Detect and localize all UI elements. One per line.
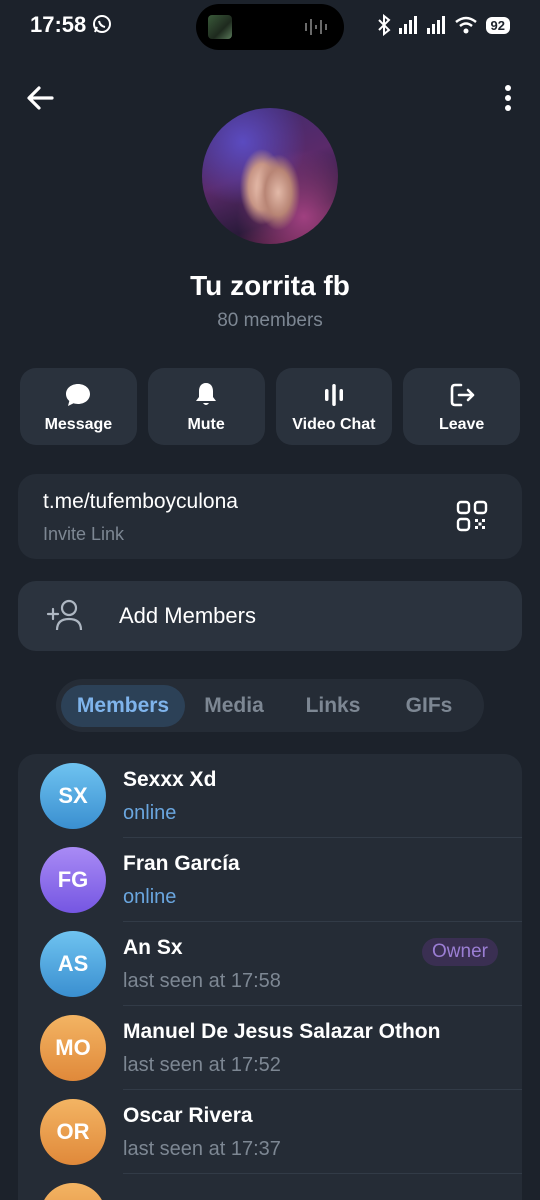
back-arrow-icon[interactable] — [22, 80, 58, 116]
avatar: OR — [40, 1099, 106, 1165]
members-list: SX Sexxx Xd online FG Fran García online… — [18, 754, 522, 1200]
audio-wave-icon — [305, 19, 327, 35]
battery-indicator: 92 — [485, 16, 510, 34]
status-bar: 17:58 92 — [0, 0, 540, 54]
member-name: Fran García — [123, 852, 240, 875]
signal-icon-2 — [426, 16, 445, 34]
add-members-label: Add Members — [119, 603, 256, 628]
invite-link-card[interactable]: t.me/tufemboyculona Invite Link — [18, 474, 522, 559]
media-thumbnail — [208, 15, 232, 39]
tab-links[interactable]: Links — [283, 685, 383, 727]
avatar — [40, 1183, 106, 1200]
more-options-icon[interactable] — [494, 80, 522, 116]
avatar: AS — [40, 931, 106, 997]
add-user-icon — [46, 599, 83, 631]
invite-link[interactable]: t.me/tufemboyculona — [43, 490, 238, 514]
dynamic-island — [196, 4, 344, 50]
member-status: last seen at 17:58 — [123, 970, 281, 992]
member-status: last seen at 17:37 — [123, 1138, 281, 1160]
leave-icon — [450, 383, 474, 406]
message-button[interactable]: Message — [20, 368, 137, 445]
member-row[interactable]: FG Fran García online — [18, 838, 522, 922]
member-row[interactable]: OR Oscar Rivera last seen at 17:37 — [18, 1090, 522, 1174]
status-icons: 92 — [376, 14, 510, 36]
tab-members[interactable]: Members — [61, 684, 185, 727]
message-bubble-icon — [66, 383, 91, 406]
qr-code-icon[interactable] — [456, 500, 488, 532]
avatar: SX — [40, 763, 106, 829]
whatsapp-icon — [93, 15, 111, 33]
member-status: online — [123, 802, 177, 824]
member-row-partial[interactable] — [18, 1174, 522, 1200]
mute-label: Mute — [187, 415, 225, 433]
video-chat-label: Video Chat — [292, 415, 376, 433]
group-title: Tu zorrita fb — [190, 270, 350, 301]
member-status: online — [123, 886, 177, 908]
bell-icon — [196, 382, 217, 405]
leave-button[interactable]: Leave — [403, 368, 520, 445]
member-status: last seen at 17:52 — [123, 1054, 281, 1076]
member-name: An Sx — [123, 936, 183, 959]
member-row[interactable]: SX Sexxx Xd online — [18, 754, 522, 838]
owner-badge: Owner — [422, 938, 498, 966]
voice-chat-icon — [324, 383, 343, 406]
bluetooth-icon — [377, 14, 391, 36]
video-chat-button[interactable]: Video Chat — [275, 368, 393, 445]
wifi-icon — [454, 16, 477, 34]
add-members-button[interactable]: Add Members — [18, 581, 522, 651]
member-name: Manuel De Jesus Salazar Othon — [123, 1020, 441, 1043]
member-count: 80 members — [217, 310, 323, 331]
avatar: MO — [40, 1015, 106, 1081]
invite-link-label: Invite Link — [43, 524, 125, 544]
status-time: 17:58 — [30, 12, 87, 37]
tab-bar: Members Media Links GIFs — [56, 679, 484, 732]
member-name: Oscar Rivera — [123, 1104, 253, 1127]
group-avatar[interactable] — [202, 108, 338, 244]
tab-gifs[interactable]: GIFs — [383, 685, 475, 727]
tab-media[interactable]: Media — [185, 685, 283, 727]
action-buttons: Message Mute Video Chat Leave — [20, 368, 520, 445]
mute-button[interactable]: Mute — [147, 368, 265, 445]
leave-label: Leave — [438, 415, 485, 433]
message-label: Message — [44, 415, 113, 433]
member-row[interactable]: MO Manuel De Jesus Salazar Othon last se… — [18, 1006, 522, 1090]
signal-icon — [398, 16, 417, 34]
member-name: Sexxx Xd — [123, 768, 217, 791]
member-row[interactable]: AS An Sx last seen at 17:58 Owner — [18, 922, 522, 1006]
avatar: FG — [40, 847, 106, 913]
